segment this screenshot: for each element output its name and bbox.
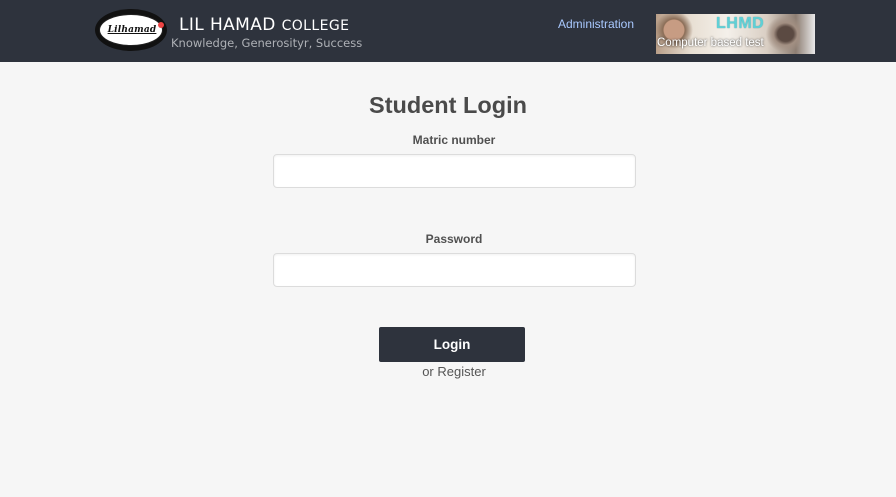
site-title: LIL HAMAD COLLEGE <box>179 15 349 35</box>
site-title-main: LIL HAMAD <box>179 15 276 35</box>
register-line: or Register <box>0 364 896 379</box>
banner-caption: Computer based test <box>657 37 764 49</box>
password-label: Password <box>425 232 483 246</box>
banner-photo-hand <box>764 14 800 54</box>
page-title: Student Login <box>369 92 527 118</box>
administration-link[interactable]: Administration <box>558 17 634 31</box>
logo-wordmark: Lilhamad <box>107 25 157 35</box>
banner-logo: LHMD <box>716 15 765 32</box>
matric-number-label: Matric number <box>412 133 496 147</box>
register-prefix: or <box>422 364 434 379</box>
password-input[interactable] <box>273 253 636 287</box>
login-button[interactable]: Login <box>379 327 525 362</box>
register-link[interactable]: Register <box>437 364 485 379</box>
college-logo[interactable]: Lilhamad <box>95 9 167 51</box>
matric-number-input[interactable] <box>273 154 636 188</box>
site-tagline: Knowledge, Generosityr, Success <box>171 36 363 50</box>
logo-dot-icon <box>158 22 164 28</box>
logo-inner-oval: Lilhamad <box>99 14 164 46</box>
site-title-college: COLLEGE <box>281 18 350 34</box>
top-navbar: Lilhamad LIL HAMAD COLLEGE Knowledge, Ge… <box>0 0 896 62</box>
cbt-banner: LHMD Computer based test <box>656 14 815 54</box>
